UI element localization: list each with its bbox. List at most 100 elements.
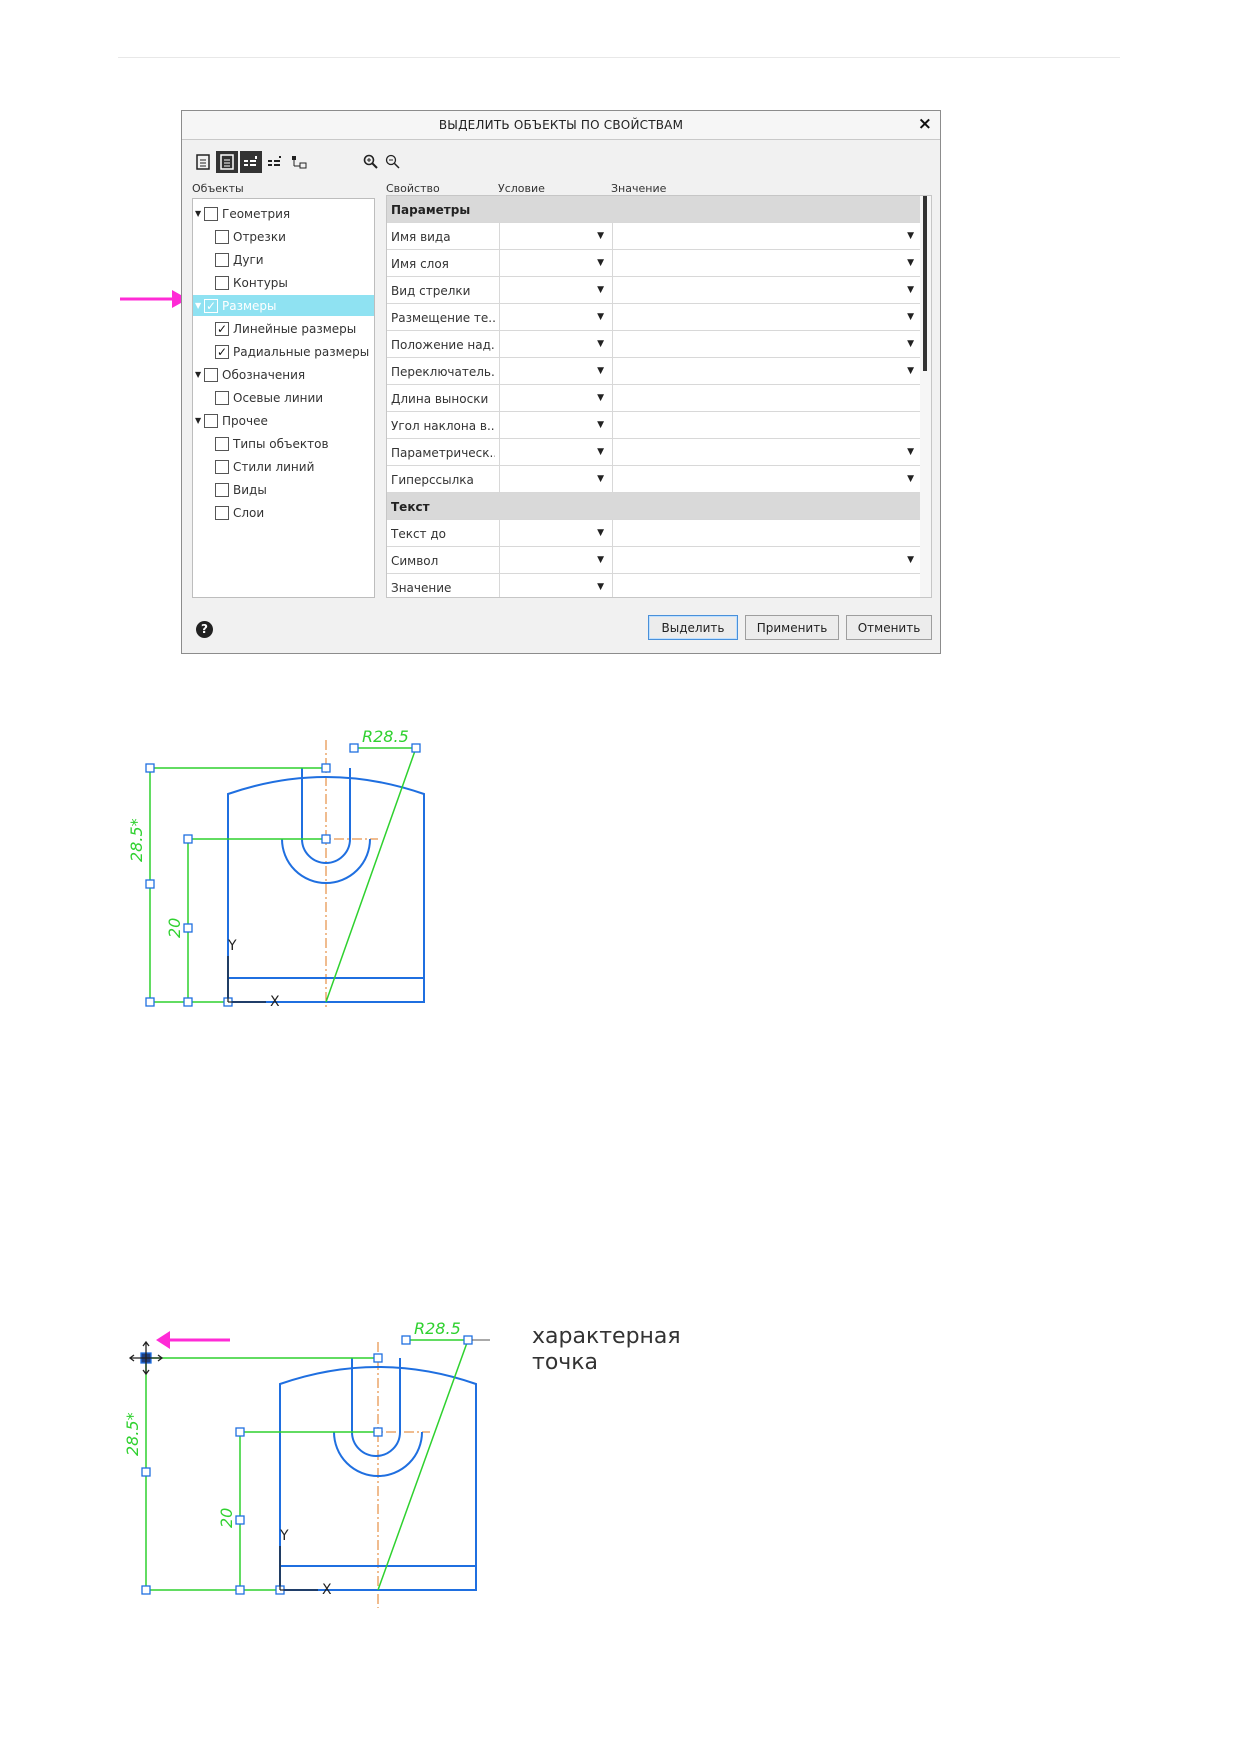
dropdown-arrow-icon[interactable]: ▼ [597, 312, 604, 322]
value-field[interactable] [612, 520, 922, 546]
cancel-button[interactable]: Отменить [846, 615, 932, 640]
tree-node[interactable]: Виды [193, 479, 396, 500]
help-icon[interactable]: ? [196, 621, 213, 638]
tree-node[interactable]: Типы объектов [193, 433, 396, 454]
grid-row[interactable]: Параметрическ... ▼ ▼ [387, 439, 922, 466]
checkbox[interactable] [215, 436, 229, 451]
value-field[interactable]: ▼ [612, 304, 922, 330]
dropdown-arrow-icon[interactable]: ▼ [597, 420, 604, 430]
grid-row[interactable]: Длина выноски ▼ [387, 385, 922, 412]
checkbox[interactable]: ✓ [215, 344, 229, 359]
dropdown-arrow-icon[interactable]: ▼ [597, 582, 604, 592]
grid-row[interactable]: Переключатель... ▼ ▼ [387, 358, 922, 385]
checkbox[interactable] [204, 413, 218, 428]
close-icon[interactable]: × [918, 114, 932, 134]
tree-node[interactable]: Слои [193, 502, 396, 523]
document-icon[interactable] [216, 151, 238, 173]
expand-arrow-icon[interactable]: ▼ [195, 416, 204, 425]
expand-arrow-icon[interactable]: ▼ [195, 301, 204, 310]
dropdown-arrow-icon[interactable]: ▼ [907, 447, 914, 457]
value-field[interactable]: ▼ [612, 358, 922, 384]
grid-row[interactable]: Текст до ▼ [387, 520, 922, 547]
value-field[interactable]: ▼ [612, 250, 922, 276]
value-field[interactable]: ▼ [612, 277, 922, 303]
condition-select[interactable]: ▼ [499, 574, 613, 597]
tree-node[interactable]: ▼ ✓ Размеры [193, 295, 374, 316]
checkbox[interactable] [215, 459, 229, 474]
grid-row[interactable]: Размещение те... ▼ ▼ [387, 304, 922, 331]
dropdown-arrow-icon[interactable]: ▼ [597, 231, 604, 241]
checkbox[interactable] [215, 482, 229, 497]
tree-node[interactable]: ✓ Линейные размеры [193, 318, 396, 339]
checkbox[interactable]: ✓ [215, 321, 229, 336]
condition-select[interactable]: ▼ [499, 223, 613, 249]
dropdown-arrow-icon[interactable]: ▼ [597, 555, 604, 565]
tree-node[interactable]: Дуги [193, 249, 396, 270]
value-field[interactable]: ▼ [612, 439, 922, 465]
condition-select[interactable]: ▼ [499, 277, 613, 303]
value-field[interactable]: ▼ [612, 331, 922, 357]
tree-node[interactable]: ▼ Обозначения [193, 364, 374, 385]
grid-row[interactable]: Вид стрелки ▼ ▼ [387, 277, 922, 304]
apply-button[interactable]: Применить [745, 615, 839, 640]
expand-arrow-icon[interactable]: ▼ [195, 370, 204, 379]
tree-node[interactable]: ▼ Геометрия [193, 203, 374, 224]
condition-select[interactable]: ▼ [499, 412, 613, 438]
condition-select[interactable]: ▼ [499, 466, 613, 492]
condition-select[interactable]: ▼ [499, 520, 613, 546]
grid-row[interactable]: Угол наклона в... ▼ [387, 412, 922, 439]
dropdown-arrow-icon[interactable]: ▼ [907, 555, 914, 565]
condition-select[interactable]: ▼ [499, 358, 613, 384]
grid-scrollbar[interactable] [920, 196, 931, 597]
tree-node[interactable]: Стили линий [193, 456, 396, 477]
checkbox[interactable] [215, 505, 229, 520]
dropdown-arrow-icon[interactable]: ▼ [907, 258, 914, 268]
value-field[interactable]: ▼ [612, 547, 922, 573]
condition-select[interactable]: ▼ [499, 250, 613, 276]
document-icon[interactable] [192, 151, 214, 173]
grid-row[interactable]: Имя вида ▼ ▼ [387, 223, 922, 250]
checkbox[interactable] [215, 252, 229, 267]
characteristic-points[interactable] [145, 743, 421, 1007]
grid-row[interactable]: Гиперссылка ▼ ▼ [387, 466, 922, 493]
dropdown-arrow-icon[interactable]: ▼ [597, 474, 604, 484]
dropdown-arrow-icon[interactable]: ▼ [907, 474, 914, 484]
dropdown-arrow-icon[interactable]: ▼ [597, 528, 604, 538]
move-cursor-icon[interactable] [128, 1340, 164, 1376]
condition-select[interactable]: ▼ [499, 547, 613, 573]
dropdown-arrow-icon[interactable]: ▼ [597, 258, 604, 268]
tree-node[interactable]: ▼ Прочее [193, 410, 374, 431]
checkbox[interactable] [204, 206, 218, 221]
checkbox[interactable] [215, 275, 229, 290]
tree-node[interactable]: Осевые линии [193, 387, 396, 408]
tree-node[interactable]: ✓ Радиальные размеры [193, 341, 396, 362]
value-field[interactable]: ▼ [612, 466, 922, 492]
value-field[interactable] [612, 574, 922, 597]
dropdown-arrow-icon[interactable]: ▼ [907, 285, 914, 295]
hierarchy-icon[interactable] [288, 151, 310, 173]
grid-row[interactable]: Имя слоя ▼ ▼ [387, 250, 922, 277]
checkbox[interactable] [215, 390, 229, 405]
tree-node[interactable]: Контуры [193, 272, 396, 293]
condition-select[interactable]: ▼ [499, 439, 613, 465]
zoom-out-icon[interactable] [382, 151, 404, 173]
checkbox[interactable] [204, 367, 218, 382]
tree-node[interactable]: Отрезки [193, 226, 396, 247]
checkbox[interactable]: ✓ [204, 298, 218, 313]
expand-arrow-icon[interactable]: ▼ [195, 209, 204, 218]
dropdown-arrow-icon[interactable]: ▼ [597, 339, 604, 349]
tree-collapse-icon[interactable] [264, 151, 286, 173]
scrollbar-thumb[interactable] [923, 196, 927, 371]
value-field[interactable] [612, 412, 922, 438]
zoom-in-icon[interactable] [360, 151, 382, 173]
condition-select[interactable]: ▼ [499, 304, 613, 330]
condition-select[interactable]: ▼ [499, 331, 613, 357]
tree-expand-icon[interactable] [240, 151, 262, 173]
grid-row[interactable]: Символ ▼ ▼ [387, 547, 922, 574]
dropdown-arrow-icon[interactable]: ▼ [597, 393, 604, 403]
select-button[interactable]: Выделить [648, 615, 738, 640]
dropdown-arrow-icon[interactable]: ▼ [907, 312, 914, 322]
value-field[interactable] [612, 385, 922, 411]
dropdown-arrow-icon[interactable]: ▼ [597, 366, 604, 376]
dropdown-arrow-icon[interactable]: ▼ [907, 231, 914, 241]
